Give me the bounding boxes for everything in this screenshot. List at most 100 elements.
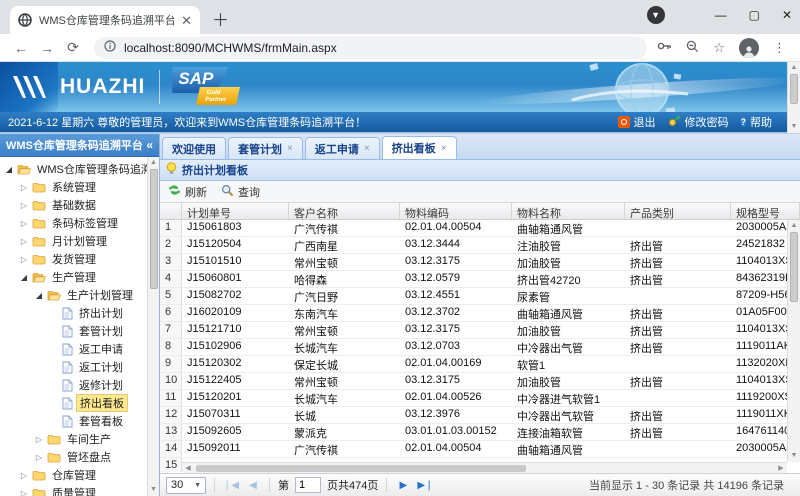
collapsed-arrow-icon[interactable]: ▷ (34, 435, 44, 444)
tab-close-icon[interactable]: × (364, 143, 370, 154)
expanded-arrow-icon[interactable]: ◢ (4, 165, 14, 174)
column-header-计划单号[interactable]: 计划单号 (182, 203, 289, 219)
bookmark-star-icon[interactable]: ☆ (713, 40, 725, 56)
download-indicator-icon[interactable]: ▼ (647, 6, 665, 24)
tab-close-icon[interactable]: ✕ (181, 14, 192, 27)
url-text[interactable]: localhost:8090/MCHWMS/frmMain.aspx (124, 41, 337, 55)
browser-tab[interactable]: WMS仓库管理条码追溯平台 ✕ (10, 6, 200, 34)
sidebar-item-月计划管理[interactable]: ▷月计划管理 (0, 232, 147, 250)
row-number-header[interactable] (160, 203, 182, 219)
sidebar-item-挤出看板[interactable]: 挤出看板 (0, 394, 147, 412)
column-header-物料名称[interactable]: 物料名称 (512, 203, 625, 219)
sidebar-item-车间生产[interactable]: ▷车间生产 (0, 430, 147, 448)
prev-page-button[interactable]: ◀ (245, 480, 261, 491)
table-row[interactable]: 11J15120201长城汽车02.01.04.00526中冷器进气软管1111… (160, 390, 800, 407)
tab-欢迎使用[interactable]: 欢迎使用 (162, 137, 226, 159)
tab-返工申请[interactable]: 返工申请× (305, 137, 380, 159)
grid-vertical-scrollbar[interactable]: ▲ ▼ (787, 220, 800, 462)
table-row[interactable]: 8J15102906长城汽车03.12.0703中冷器出气管挤出管1119011… (160, 339, 800, 356)
sidebar-item-生产计划管理[interactable]: ◢生产计划管理 (0, 286, 147, 304)
sidebar-item-挤出计划[interactable]: 挤出计划 (0, 304, 147, 322)
scroll-up-icon[interactable]: ▲ (791, 220, 798, 232)
collapsed-arrow-icon[interactable]: ▷ (19, 471, 29, 480)
scroll-down-icon[interactable]: ▼ (150, 484, 157, 496)
table-row[interactable]: 5J15082702广汽日野03.12.4551尿素管87209-H56A (160, 288, 800, 305)
table-row[interactable]: 2J15120504广西南星03.12.3444注油胶管挤出管24521832 (160, 237, 800, 254)
toolbar-button-刷新[interactable]: 刷新 (168, 184, 207, 200)
sidebar-item-返工计划[interactable]: 返工计划 (0, 358, 147, 376)
tab-套管计划[interactable]: 套管计划× (228, 137, 303, 159)
scroll-down-icon[interactable]: ▼ (791, 450, 798, 462)
page-size-select[interactable]: 30 ▼ (166, 477, 206, 494)
header-action-帮助[interactable]: ?帮助 (741, 114, 773, 130)
scroll-left-icon[interactable]: ◀ (182, 464, 194, 472)
collapsed-arrow-icon[interactable]: ▷ (19, 255, 29, 264)
table-row[interactable]: 14J15092011广汽传祺02.01.04.00504曲轴箱通风管20300… (160, 441, 800, 458)
maximize-button[interactable]: ▢ (749, 9, 760, 21)
sidebar-item-仓库管理[interactable]: ▷仓库管理 (0, 466, 147, 484)
sidebar-item-条码标签管理[interactable]: ▷条码标签管理 (0, 214, 147, 232)
sidebar-item-生产管理[interactable]: ◢生产管理 (0, 268, 147, 286)
table-row[interactable]: 3J15101510常州宝顿03.12.3175加油胶管挤出管1104013XS… (160, 254, 800, 271)
table-row[interactable]: 13J15092605蒙派克03.01.01.03.00152连接油箱软管挤出管… (160, 424, 800, 441)
scroll-up-icon[interactable]: ▲ (150, 157, 157, 169)
password-key-icon[interactable] (657, 41, 672, 54)
tab-close-icon[interactable]: × (287, 143, 293, 154)
collapsed-arrow-icon[interactable]: ▷ (19, 183, 29, 192)
sidebar-item-发货管理[interactable]: ▷发货管理 (0, 250, 147, 268)
sidebar-item-返修计划[interactable]: 返修计划 (0, 376, 147, 394)
forward-button[interactable]: → (36, 40, 58, 56)
collapsed-arrow-icon[interactable]: ▷ (19, 489, 29, 496)
table-row[interactable]: 12J15070311长城03.12.3976中冷器出气软管挤出管1119011… (160, 407, 800, 424)
browser-menu-icon[interactable]: ⋮ (773, 40, 786, 56)
address-bar[interactable]: localhost:8090/MCHWMS/frmMain.aspx (94, 37, 647, 59)
sidebar-item-质量管理[interactable]: ▷质量管理 (0, 484, 147, 496)
back-button[interactable]: ← (10, 40, 32, 56)
new-tab-button[interactable]: ＋ (212, 12, 229, 29)
close-window-button[interactable]: ✕ (782, 9, 792, 21)
next-page-button[interactable]: ▶ (395, 480, 411, 491)
sidebar-item-套管计划[interactable]: 套管计划 (0, 322, 147, 340)
column-header-规格型号[interactable]: 规格型号 (731, 203, 800, 219)
collapsed-arrow-icon[interactable]: ▷ (19, 219, 29, 228)
table-row[interactable]: 10J15122405常州宝顿03.12.3175加油胶管挤出管1104013X… (160, 373, 800, 390)
header-action-修改密码[interactable]: 修改密码 (668, 114, 729, 130)
profile-avatar[interactable] (739, 38, 759, 58)
collapsed-arrow-icon[interactable]: ▷ (19, 201, 29, 210)
reload-button[interactable]: ⟳ (62, 39, 84, 56)
column-header-客户名称[interactable]: 客户名称 (289, 203, 400, 219)
zoom-icon[interactable] (686, 40, 699, 56)
collapsed-arrow-icon[interactable]: ▷ (34, 453, 44, 462)
column-header-物料编码[interactable]: 物料编码 (400, 203, 512, 219)
tab-close-icon[interactable]: × (441, 143, 447, 154)
header-action-退出[interactable]: 退出 (618, 114, 656, 130)
table-row[interactable]: 9J15120302保定长城02.01.04.00169软管11132020XK… (160, 356, 800, 373)
column-header-产品类别[interactable]: 产品类别 (625, 203, 731, 219)
sidebar-scrollbar[interactable]: ▲ ▼ (147, 157, 159, 496)
sidebar-item-系统管理[interactable]: ▷系统管理 (0, 178, 147, 196)
scroll-right-icon[interactable]: ▶ (775, 464, 787, 472)
first-page-button[interactable]: ❘◀ (223, 480, 239, 491)
scroll-up-icon[interactable]: ▲ (791, 62, 798, 74)
expanded-arrow-icon[interactable]: ◢ (19, 273, 29, 282)
sidebar-item-基础数据[interactable]: ▷基础数据 (0, 196, 147, 214)
sidebar-item-管坯盘点[interactable]: ▷管坯盘点 (0, 448, 147, 466)
page-number-input[interactable] (295, 477, 321, 493)
expanded-arrow-icon[interactable]: ◢ (34, 291, 44, 300)
last-page-button[interactable]: ▶❘ (417, 480, 433, 491)
sidebar-collapse-icon[interactable]: « (146, 138, 153, 152)
scroll-down-icon[interactable]: ▼ (791, 121, 798, 133)
toolbar-button-查询[interactable]: 查询 (221, 184, 260, 200)
sidebar-item-返工申请[interactable]: 返工申请 (0, 340, 147, 358)
scrollbar-thumb[interactable] (196, 465, 526, 472)
table-row[interactable]: 6J16020109东南汽车03.12.3702曲轴箱通风管挤出管01A05F0… (160, 305, 800, 322)
table-row[interactable]: 1J15061803广汽传祺02.01.04.00504曲轴箱通风管203000… (160, 220, 800, 237)
grid-horizontal-scrollbar[interactable]: ◀ ▶ (182, 462, 787, 473)
scrollbar-thumb[interactable] (150, 169, 158, 289)
minimize-button[interactable]: — (715, 9, 727, 21)
sidebar-item-WMS仓库管理条码追溯系统[interactable]: ◢WMS仓库管理条码追溯系统 (0, 160, 147, 178)
sidebar-item-套管看板[interactable]: 套管看板 (0, 412, 147, 430)
collapsed-arrow-icon[interactable]: ▷ (19, 237, 29, 246)
page-scrollbar[interactable]: ▲ ▼ (787, 62, 800, 133)
page-info-icon[interactable] (104, 40, 116, 55)
